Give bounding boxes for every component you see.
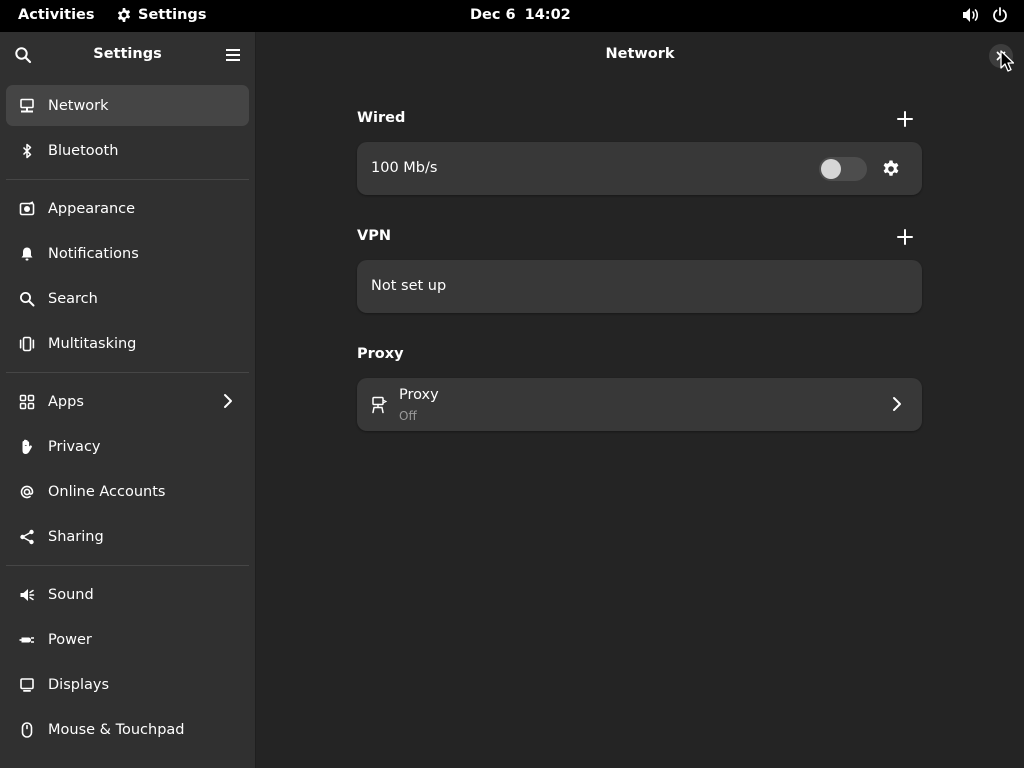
app-menu[interactable]: Settings: [116, 7, 206, 23]
proxy-section-title: Proxy: [357, 346, 404, 362]
sidebar-item-mouse-touchpad[interactable]: Mouse & Touchpad: [6, 707, 249, 752]
hamburger-menu-icon[interactable]: [224, 46, 242, 64]
chevron-right-icon: [893, 397, 901, 411]
add-wired-button[interactable]: [895, 109, 915, 129]
proxy-row-title: Proxy: [399, 387, 439, 403]
sidebar-item-online-accounts[interactable]: Online Accounts: [6, 469, 249, 514]
sidebar-item-appearance[interactable]: Appearance: [6, 186, 249, 231]
top-bar: Activities Settings Dec 6 14:02: [0, 0, 1024, 32]
sidebar-item-label: Network: [48, 97, 109, 114]
sidebar-title: Settings: [93, 46, 162, 62]
wired-settings-gear-icon[interactable]: [881, 159, 901, 179]
vpn-section-title: VPN: [357, 228, 391, 244]
sidebar-item-search[interactable]: Search: [6, 276, 249, 321]
time-label: 14:02: [524, 7, 571, 23]
sidebar-item-label: Notifications: [48, 245, 139, 262]
system-tray[interactable]: [962, 7, 1008, 23]
sidebar-item-label: Sound: [48, 586, 94, 603]
vpn-status-row: Not set up: [357, 260, 922, 313]
sidebar-item-sound[interactable]: Sound: [6, 572, 249, 617]
mouse-icon: [18, 721, 36, 739]
sidebar-item-label: Sharing: [48, 528, 104, 545]
wired-section-title: Wired: [357, 110, 406, 126]
sidebar-divider: [6, 179, 249, 180]
proxy-icon: [372, 396, 387, 414]
sidebar-item-label: Privacy: [48, 438, 101, 455]
sidebar-item-apps[interactable]: Apps: [6, 379, 249, 424]
appearance-icon: [18, 200, 36, 218]
speaker-icon: [18, 586, 36, 604]
sidebar-item-label: Appearance: [48, 200, 136, 217]
sidebar-divider: [6, 372, 249, 373]
gear-icon: [117, 8, 131, 22]
sidebar-header: Settings: [0, 32, 255, 78]
sidebar-item-label: Displays: [48, 676, 110, 693]
toggle-knob: [821, 159, 841, 179]
wired-speed-label: 100 Mb/s: [371, 160, 438, 176]
wired-toggle-switch[interactable]: [819, 157, 867, 181]
network-icon: [18, 97, 36, 115]
power-icon: [993, 7, 1007, 23]
display-icon: [18, 676, 36, 694]
page-title: Network: [605, 46, 675, 62]
sidebar-divider: [6, 565, 249, 566]
chevron-right-icon: [224, 394, 232, 408]
sidebar-item-power[interactable]: Power: [6, 617, 249, 662]
sidebar-item-label: Search: [48, 290, 98, 307]
share-icon: [18, 528, 36, 546]
date-label: Dec 6: [470, 7, 516, 23]
mouse-cursor-icon: [1000, 50, 1014, 72]
vpn-status-label: Not set up: [371, 278, 447, 294]
sidebar-item-multitasking[interactable]: Multitasking: [6, 321, 249, 366]
clock[interactable]: Dec 6 14:02: [470, 7, 571, 23]
hand-icon: [18, 438, 36, 456]
sidebar-item-displays[interactable]: Displays: [6, 662, 249, 707]
sidebar-item-label: Apps: [48, 393, 84, 410]
app-menu-label: Settings: [138, 7, 207, 23]
apps-grid-icon: [18, 393, 36, 411]
sidebar-item-network[interactable]: Network: [6, 85, 249, 126]
sidebar-item-privacy[interactable]: Privacy: [6, 424, 249, 469]
sidebar-item-sharing[interactable]: Sharing: [6, 514, 249, 559]
at-icon: [18, 483, 36, 501]
sidebar-item-label: Multitasking: [48, 335, 137, 352]
bluetooth-icon: [18, 142, 36, 160]
search-icon: [18, 290, 36, 308]
sidebar-item-bluetooth[interactable]: Bluetooth: [6, 128, 249, 173]
volume-icon: [963, 8, 979, 22]
sidebar-item-label: Power: [48, 631, 92, 648]
add-vpn-button[interactable]: [895, 227, 915, 247]
proxy-row[interactable]: Proxy Off: [357, 378, 922, 431]
bell-icon: [18, 245, 36, 263]
main-header: Network: [256, 32, 1024, 78]
sidebar-item-label: Bluetooth: [48, 142, 119, 159]
wired-connection-row: 100 Mb/s: [357, 142, 922, 195]
sidebar-item-label: Online Accounts: [48, 483, 166, 500]
multitasking-icon: [18, 335, 36, 353]
sidebar-item-label: Mouse & Touchpad: [48, 721, 185, 738]
sidebar-nav: Network Bluetooth Appearance Notificatio…: [0, 85, 255, 752]
sidebar-item-notifications[interactable]: Notifications: [6, 231, 249, 276]
main-panel: Network Wired 100 Mb/s VPN Not set up Pr…: [256, 32, 1024, 768]
activities-button[interactable]: Activities: [18, 7, 95, 23]
plug-icon: [18, 631, 36, 649]
sidebar: Settings Network Bluetooth Appearance No…: [0, 32, 256, 768]
proxy-row-subtitle: Off: [399, 409, 417, 423]
